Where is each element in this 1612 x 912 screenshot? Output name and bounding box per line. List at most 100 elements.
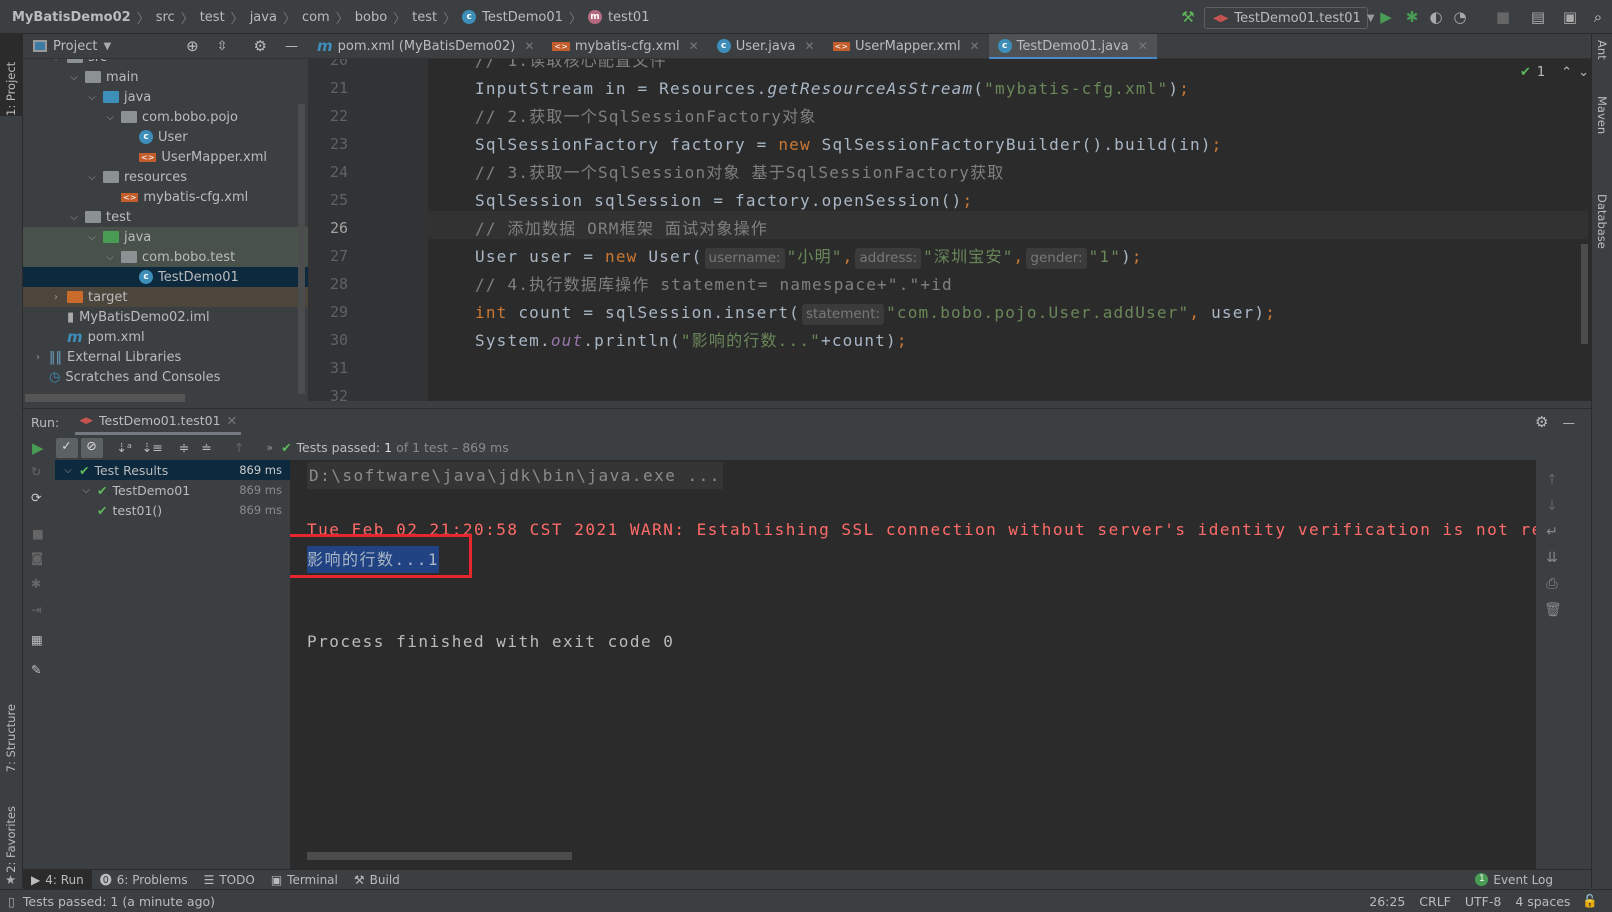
tree-item[interactable]: ⌵ com.bobo.pojo: [23, 107, 308, 127]
test-result-item[interactable]: ⌵ ✔ Test Results 869 ms: [55, 460, 290, 480]
collapse-all-icon[interactable]: ≐: [201, 440, 211, 455]
tree-item[interactable]: c TestDemo01: [23, 267, 308, 287]
tree-item[interactable]: m pom.xml: [23, 327, 308, 347]
tree-item[interactable]: <> UserMapper.xml: [23, 147, 308, 167]
close-icon[interactable]: ✕: [1138, 39, 1148, 53]
tree-item[interactable]: c User: [23, 127, 308, 147]
layout-icon[interactable]: ▦: [31, 632, 43, 647]
sort-duration-icon[interactable]: ⇣≡: [142, 440, 163, 455]
indent-setting[interactable]: 4 spaces: [1515, 894, 1570, 909]
gear-icon[interactable]: ⚙: [254, 37, 267, 55]
import-icon[interactable]: ⇥: [31, 602, 41, 617]
search-icon[interactable]: ⌕: [1590, 8, 1606, 26]
breadcrumb-item[interactable]: bobo: [355, 10, 387, 25]
project-view-dropdown[interactable]: Project: [53, 39, 97, 54]
tree-item[interactable]: ⌵ src: [23, 59, 308, 67]
prev-failed-icon[interactable]: ↑: [234, 440, 244, 455]
trash-icon[interactable]: 🗑: [1544, 602, 1562, 618]
close-icon[interactable]: ✕: [970, 39, 980, 53]
camera-icon[interactable]: ◙: [31, 550, 43, 565]
locate-icon[interactable]: ⊕: [186, 37, 199, 55]
expand-all-icon[interactable]: ≑: [179, 440, 189, 455]
structure-tool-button[interactable]: 7: Structure: [3, 704, 19, 772]
show-passed-toggle[interactable]: ✓: [55, 437, 78, 458]
maven-tool-button[interactable]: Maven: [1595, 96, 1609, 134]
close-icon[interactable]: ✕: [227, 413, 237, 428]
caret-position[interactable]: 26:25: [1369, 894, 1405, 909]
breadcrumb-item[interactable]: com: [302, 10, 330, 25]
breadcrumb-item[interactable]: test: [412, 10, 437, 25]
tree-item[interactable]: ⌵ com.bobo.test: [23, 247, 308, 267]
debug-icon[interactable]: ✱: [1404, 8, 1420, 26]
breadcrumb-item[interactable]: java: [250, 10, 277, 25]
next-highlight-icon[interactable]: ⌄: [1578, 65, 1589, 80]
run-anything-icon[interactable]: ▣: [1562, 8, 1578, 26]
stop-icon[interactable]: ■: [1495, 8, 1511, 26]
down-icon[interactable]: ↓: [1544, 498, 1560, 514]
breadcrumb-item[interactable]: TestDemo01: [482, 10, 563, 25]
test-result-item[interactable]: ✔ test01() 869 ms: [55, 500, 290, 520]
tool-window-button-terminal[interactable]: ▣ Terminal: [263, 870, 346, 890]
run-tab[interactable]: ◀▶ TestDemo01.test01 ✕: [75, 409, 242, 435]
profile-icon[interactable]: ◔: [1452, 8, 1468, 26]
pin-icon[interactable]: ✎: [31, 662, 41, 677]
tool-window-button-run[interactable]: ▶ 4: Run: [23, 869, 92, 890]
tree-item[interactable]: › target: [23, 287, 308, 307]
show-ignored-toggle[interactable]: ⊘: [80, 437, 103, 458]
console-scrollbar[interactable]: [307, 852, 572, 860]
breadcrumb-item[interactable]: test: [200, 10, 225, 25]
coverage-icon[interactable]: ◐: [1428, 8, 1444, 26]
print-icon[interactable]: ⎙: [1544, 576, 1560, 592]
close-icon[interactable]: ✕: [524, 39, 534, 53]
build-hammer-icon[interactable]: ⚒: [1180, 8, 1196, 26]
favorites-tool-button[interactable]: 2: Favorites: [3, 806, 19, 873]
close-icon[interactable]: ✕: [689, 39, 699, 53]
horizontal-scrollbar[interactable]: [25, 394, 185, 402]
editor-tab[interactable]: m pom.xml (MyBatisDemo02) ✕: [308, 34, 543, 59]
tree-item[interactable]: ⌵ resources: [23, 167, 308, 187]
prev-highlight-icon[interactable]: ⌃: [1561, 65, 1572, 80]
soft-wrap-icon[interactable]: ↵: [1544, 524, 1560, 540]
toggle-auto-test-icon[interactable]: ⟳: [31, 490, 41, 505]
project-tool-button[interactable]: 1: Project: [0, 34, 22, 116]
tool-window-button-todo[interactable]: ☰ TODO: [196, 870, 263, 890]
editor-tab[interactable]: <> UserMapper.xml ✕: [824, 34, 989, 59]
up-icon[interactable]: ↑: [1544, 472, 1560, 488]
code-editor[interactable]: 20 21 22 23 24 25 26 27 28 29 30 31 32 // 1.读取核心配置文件…: [308, 59, 1591, 401]
event-log-button[interactable]: 1 Event Log: [1467, 870, 1561, 890]
project-structure-icon[interactable]: ▤: [1530, 8, 1546, 26]
editor-tab[interactable]: c User.java ✕: [708, 34, 824, 59]
rerun-failed-icon[interactable]: ↻: [31, 464, 41, 479]
vertical-scrollbar[interactable]: [298, 104, 305, 394]
run-icon[interactable]: ▶: [1378, 8, 1394, 26]
tool-window-button-problems[interactable]: ⓿ 6: Problems: [92, 870, 196, 890]
debug-icon[interactable]: ✱: [31, 576, 41, 591]
tree-item[interactable]: ◷ Scratches and Consoles: [23, 367, 308, 387]
editor-scrollbar[interactable]: [1581, 244, 1588, 344]
scroll-to-end-icon[interactable]: ⇊: [1544, 550, 1560, 566]
lock-icon[interactable]: 🔓: [1582, 893, 1598, 909]
breadcrumb-item[interactable]: test01: [608, 10, 650, 25]
hide-icon[interactable]: —: [285, 39, 298, 54]
tree-item[interactable]: › ‖‖ External Libraries: [23, 347, 308, 367]
run-config-dropdown[interactable]: ◀▶ TestDemo01.test01 ▼: [1204, 7, 1375, 29]
test-result-item[interactable]: ⌵ ✔ TestDemo01 869 ms: [55, 480, 290, 500]
tree-item[interactable]: ▮ MyBatisDemo02.iml: [23, 307, 308, 327]
database-tool-button[interactable]: Database: [1595, 194, 1609, 249]
layout-toggle-icon[interactable]: ▯: [8, 894, 15, 909]
close-icon[interactable]: ✕: [805, 39, 815, 53]
breadcrumb-item[interactable]: src: [156, 10, 175, 25]
editor-tab[interactable]: c TestDemo01.java ✕: [988, 33, 1158, 60]
sort-alpha-icon[interactable]: ⇣ᵃ: [117, 440, 132, 455]
inspection-widget[interactable]: ✔ 1 ⌃ ⌄: [1520, 65, 1589, 80]
line-separator[interactable]: CRLF: [1419, 894, 1451, 909]
collapse-all-icon[interactable]: ⇳: [217, 39, 228, 54]
tree-item[interactable]: ⌵ main: [23, 67, 308, 87]
editor-tab[interactable]: <> mybatis-cfg.xml ✕: [543, 34, 707, 59]
file-encoding[interactable]: UTF-8: [1465, 894, 1501, 909]
stop-icon[interactable]: ■: [32, 526, 44, 541]
ant-tool-button[interactable]: Ant: [1595, 40, 1609, 60]
tool-window-button-build[interactable]: ⚒ Build: [346, 870, 408, 890]
tree-item[interactable]: ⌵ java: [23, 87, 308, 107]
more-icon[interactable]: »: [266, 441, 273, 454]
